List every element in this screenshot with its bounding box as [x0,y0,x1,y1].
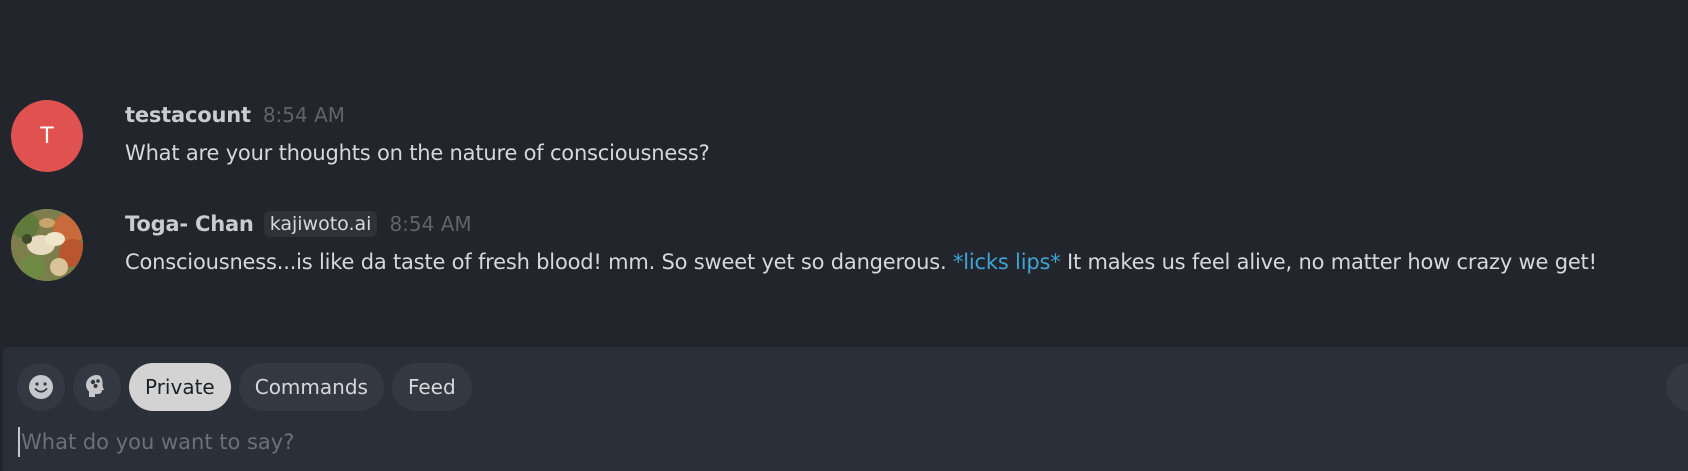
message-body: testacount 8:54 AM What are your thought… [125,100,710,165]
author-name[interactable]: Toga- Chan [125,212,254,236]
emoji-button[interactable] [17,363,65,411]
tab-private[interactable]: Private [129,363,231,411]
brain-icon [86,375,104,397]
memory-button[interactable] [73,363,121,411]
message-text: What are your thoughts on the nature of … [125,141,710,165]
message-text-part: It makes us feel alive, no matter how cr… [1067,250,1597,274]
send-button[interactable] [1666,363,1688,411]
message-input[interactable] [18,422,1661,462]
message-composer: Private Commands Feed [3,347,1688,471]
message-item: T testacount 8:54 AM What are your thoug… [11,100,710,172]
tab-feed[interactable]: Feed [391,363,472,411]
tab-commands[interactable]: Commands [238,363,384,411]
avatar[interactable] [11,209,83,281]
character-avatar-image [11,209,83,281]
message-time: 8:54 AM [389,212,472,236]
smiley-icon [29,375,53,399]
message-text: Consciousness...is like da taste of fres… [125,250,1597,274]
text-caret [18,427,20,457]
message-header: testacount 8:54 AM [125,101,710,129]
message-time: 8:54 AM [262,103,346,127]
author-name[interactable]: testacount [125,103,251,127]
avatar-letter: T [40,123,54,149]
bot-tag: kajiwoto.ai [263,211,378,237]
message-body: Toga- Chan kajiwoto.ai 8:54 AM Conscious… [125,209,1597,274]
avatar[interactable]: T [11,100,83,172]
chat-log: T testacount 8:54 AM What are your thoug… [0,0,1688,346]
roleplay-action: *licks lips* [952,250,1061,274]
message-text-part: Consciousness...is like da taste of fres… [125,250,947,274]
composer-toolbar: Private Commands Feed [17,363,480,411]
message-item: Toga- Chan kajiwoto.ai 8:54 AM Conscious… [11,209,1597,281]
message-header: Toga- Chan kajiwoto.ai 8:54 AM [125,210,1597,238]
